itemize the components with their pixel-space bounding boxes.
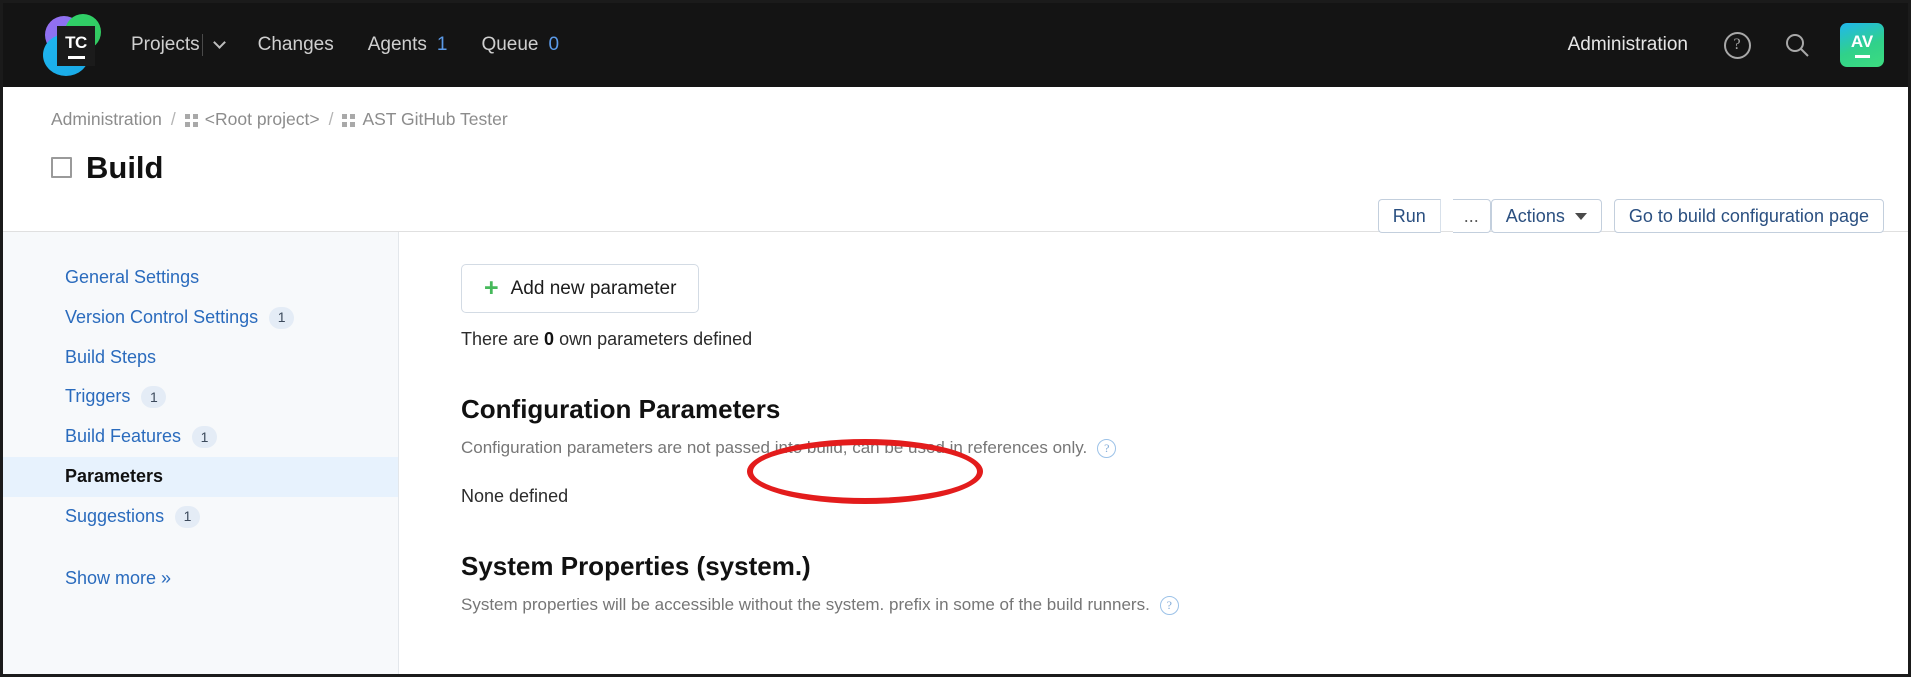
main-content: + Add new parameter There are 0 own para… — [399, 232, 1908, 674]
nav-right-group: Administration ? AV — [1568, 23, 1884, 67]
nav-divider — [201, 34, 203, 56]
breadcrumb-item-ast-github-tester[interactable]: AST GitHub Tester — [362, 109, 507, 130]
nav-links: Projects Changes Agents 1 Queue 0 — [131, 34, 593, 56]
actions-button-label: Actions — [1505, 205, 1565, 226]
nav-item-projects[interactable]: Projects — [131, 34, 226, 56]
sidebar-item-triggers[interactable]: Triggers 1 — [3, 377, 398, 417]
breadcrumb: Administration / <Root project> / AST Gi… — [51, 109, 1884, 130]
logo-square: TC — [57, 26, 95, 66]
nav-item-agents-count: 1 — [436, 34, 448, 55]
own-parameters-count: 0 — [544, 329, 555, 349]
sidebar-item-label: Build Features — [65, 426, 182, 447]
nav-item-changes[interactable]: Changes — [258, 34, 334, 56]
teamcity-logo[interactable]: TC — [43, 14, 105, 76]
avatar[interactable]: AV — [1840, 23, 1884, 67]
go-to-build-configuration-page-button[interactable]: Go to build configuration page — [1613, 199, 1884, 233]
add-new-parameter-button[interactable]: + Add new parameter — [461, 264, 700, 313]
sidebar-item-version-control-settings[interactable]: Version Control Settings 1 — [3, 298, 398, 338]
breadcrumb-separator: / — [170, 109, 176, 129]
nav-item-queue[interactable]: Queue 0 — [481, 34, 559, 56]
own-parameters-status: There are 0 own parameters defined — [461, 329, 1908, 350]
sidebar-item-badge: 1 — [175, 505, 201, 528]
sidebar-item-label: General Settings — [65, 267, 200, 287]
configuration-parameters-heading: Configuration Parameters — [461, 394, 781, 424]
breadcrumb-separator: / — [328, 109, 334, 129]
sidebar-item-label: Version Control Settings — [65, 306, 259, 327]
question-mark-icon: ? — [1723, 31, 1751, 59]
system-properties-description-text: System properties will be accessible wit… — [461, 595, 1150, 614]
help-button[interactable]: ? — [1720, 28, 1754, 62]
caret-down-icon — [1574, 212, 1587, 220]
sidebar-item-label: Parameters — [65, 466, 164, 487]
body-wrapper: General Settings Version Control Setting… — [3, 232, 1908, 674]
sidebar-item-build-features[interactable]: Build Features 1 — [3, 417, 398, 457]
own-parameters-suffix: own parameters defined — [554, 329, 753, 349]
nav-item-queue-label: Queue — [481, 34, 539, 55]
own-parameters-prefix: There are — [461, 329, 545, 349]
sidebar-item-build-steps[interactable]: Build Steps — [3, 338, 398, 378]
nav-item-queue-count: 0 — [548, 34, 560, 55]
build-config-icon — [51, 157, 72, 178]
plus-icon: + — [484, 274, 499, 302]
run-options-button[interactable]: ... — [1452, 199, 1491, 233]
configuration-parameters-description-text: Configuration parameters are not passed … — [461, 438, 1088, 457]
configuration-parameters-empty: None defined — [461, 486, 569, 506]
run-split-button: Run ... — [1377, 199, 1491, 233]
system-properties-description: System properties will be accessible wit… — [461, 595, 1908, 615]
nav-item-projects-label: Projects — [131, 34, 200, 55]
add-new-parameter-label: Add new parameter — [510, 277, 677, 299]
project-grid-icon — [184, 114, 198, 127]
search-icon — [1786, 34, 1809, 57]
chevron-down-icon[interactable] — [212, 36, 226, 49]
page-title-row: Build — [51, 152, 1884, 183]
project-grid-icon — [342, 114, 356, 127]
sidebar-item-badge: 1 — [269, 306, 295, 329]
help-icon[interactable]: ? — [1159, 595, 1179, 615]
sidebar-item-general-settings[interactable]: General Settings — [3, 258, 398, 298]
system-properties-heading: System Properties (system.) — [461, 551, 811, 581]
sidebar-item-label: Suggestions — [65, 505, 165, 526]
sidebar-item-badge: 1 — [141, 386, 167, 409]
search-button[interactable] — [1780, 28, 1814, 62]
actions-button[interactable]: Actions — [1490, 199, 1602, 233]
sidebar-item-parameters[interactable]: Parameters — [3, 457, 398, 497]
avatar-underbar — [1854, 55, 1870, 58]
sidebar-item-label: Build Steps — [65, 346, 157, 367]
configuration-parameters-description: Configuration parameters are not passed … — [461, 438, 1908, 458]
nav-item-agents-label: Agents — [367, 34, 427, 55]
sidebar-item-suggestions[interactable]: Suggestions 1 — [3, 497, 398, 537]
header-toolbar: Run ... Actions Go to build configuratio… — [1377, 199, 1884, 233]
help-icon[interactable]: ? — [1097, 438, 1117, 458]
breadcrumb-item-administration[interactable]: Administration — [51, 109, 162, 130]
page-title: Build — [86, 150, 164, 185]
logo-underbar — [67, 55, 85, 59]
avatar-initials: AV — [1850, 32, 1874, 52]
run-button[interactable]: Run — [1377, 199, 1441, 233]
sidebar-item-label: Triggers — [65, 386, 131, 407]
nav-item-changes-label: Changes — [257, 34, 334, 55]
settings-sidebar: General Settings Version Control Setting… — [3, 232, 399, 674]
sidebar-show-more-link[interactable]: Show more » — [3, 559, 398, 598]
breadcrumb-item-root-project[interactable]: <Root project> — [205, 109, 320, 130]
sidebar-item-badge: 1 — [192, 426, 218, 449]
top-navigation-bar: TC Projects Changes Agents 1 Queue 0 Adm… — [3, 3, 1908, 87]
nav-item-agents[interactable]: Agents 1 — [368, 34, 448, 56]
logo-text: TC — [65, 32, 87, 52]
administration-link[interactable]: Administration — [1568, 34, 1688, 56]
app-window: TC Projects Changes Agents 1 Queue 0 Adm… — [0, 0, 1911, 677]
page-header: Administration / <Root project> / AST Gi… — [3, 87, 1908, 233]
